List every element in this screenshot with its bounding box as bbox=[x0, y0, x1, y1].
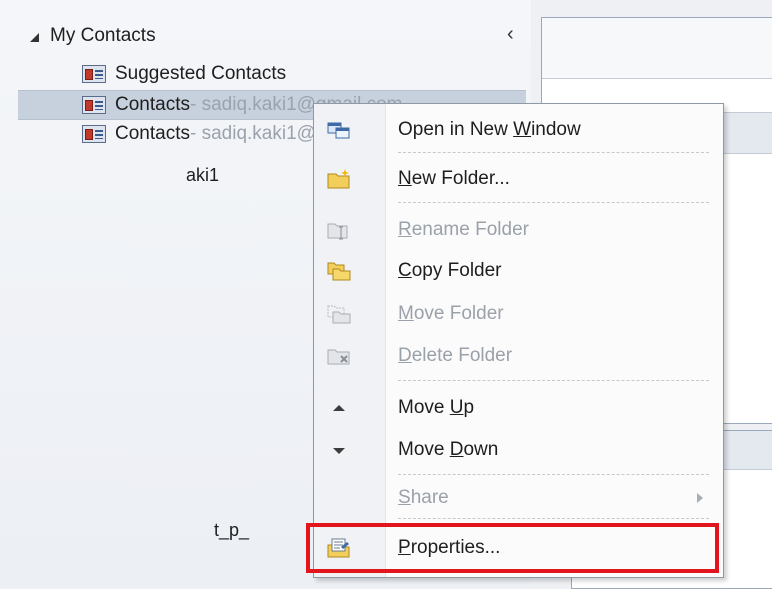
submenu-arrow-icon bbox=[697, 493, 703, 503]
menu-item-share[interactable]: Share bbox=[314, 478, 723, 518]
menu-item-rename-folder[interactable]: Rename Folder bbox=[314, 210, 723, 250]
new-window-icon bbox=[327, 122, 350, 139]
menu-separator bbox=[398, 474, 709, 475]
menu-item-move-folder[interactable]: Move Folder bbox=[314, 294, 723, 334]
highlight-box bbox=[306, 523, 719, 573]
move-down-icon bbox=[333, 448, 345, 454]
folder-name: Contacts bbox=[115, 94, 190, 115]
new-folder-icon bbox=[327, 169, 350, 189]
copy-folder-icon bbox=[327, 262, 351, 281]
contact-card-icon bbox=[82, 65, 106, 83]
folder-name: Contacts bbox=[115, 123, 190, 144]
delete-folder-icon bbox=[327, 349, 350, 365]
menu-item-open-in-new-window[interactable]: Open in New Window bbox=[314, 110, 723, 150]
menu-item-move-down[interactable]: Move Down bbox=[314, 430, 723, 470]
contact-card-icon bbox=[82, 125, 106, 143]
expand-triangle-icon[interactable] bbox=[30, 32, 39, 42]
partially-hidden-text: t_p_ bbox=[214, 520, 250, 540]
group-label: My Contacts bbox=[50, 25, 156, 46]
panel-header bbox=[542, 18, 772, 79]
menu-separator bbox=[398, 202, 709, 203]
my-contacts-group-header[interactable]: My Contacts bbox=[30, 22, 156, 50]
menu-separator bbox=[398, 518, 709, 519]
partially-hidden-text: aki1 bbox=[186, 165, 220, 185]
contact-card-icon bbox=[82, 96, 106, 114]
move-up-icon bbox=[333, 405, 345, 411]
rename-folder-icon bbox=[327, 223, 348, 240]
menu-item-move-up[interactable]: Move Up bbox=[314, 388, 723, 428]
menu-item-delete-folder[interactable]: Delete Folder bbox=[314, 336, 723, 376]
move-folder-icon bbox=[327, 305, 351, 324]
menu-item-new-folder[interactable]: New Folder... bbox=[314, 159, 723, 199]
collapse-pane-button[interactable]: ‹ bbox=[507, 24, 514, 44]
menu-item-copy-folder[interactable]: Copy Folder bbox=[314, 251, 723, 291]
folder-context-menu: Open in New Window New Folder... Rename … bbox=[313, 103, 724, 578]
menu-separator bbox=[398, 152, 709, 153]
folder-name: Suggested Contacts bbox=[115, 63, 287, 84]
folder-suggested-contacts[interactable]: Suggested Contacts bbox=[18, 60, 526, 88]
menu-separator bbox=[398, 380, 709, 381]
